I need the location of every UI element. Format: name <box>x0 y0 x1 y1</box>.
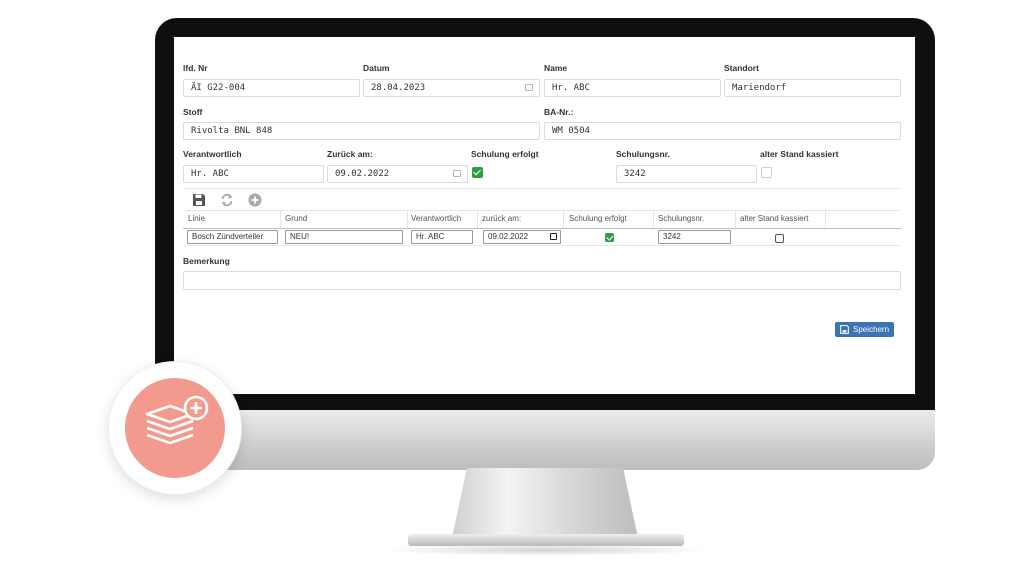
col-header-schulung-erfolgt: Schulung erfolgt <box>569 214 627 223</box>
calendar-icon[interactable] <box>453 170 461 177</box>
col-divider <box>407 211 408 228</box>
divider <box>183 188 901 189</box>
table-header-border <box>183 228 901 229</box>
calendar-icon[interactable] <box>550 233 557 240</box>
save-icon[interactable] <box>192 193 206 207</box>
col-divider <box>735 211 736 228</box>
zurueck-am-field[interactable]: 09.02.2022 <box>327 165 468 183</box>
col-divider <box>825 211 826 228</box>
schulung-erfolgt-label: Schulung erfolgt <box>471 149 539 159</box>
datum-label: Datum <box>363 63 390 73</box>
save-button[interactable]: Speichern <box>835 322 894 337</box>
verantwortlich-label: Verantwortlich <box>183 149 242 159</box>
zurueck-am-label: Zurück am: <box>327 149 373 159</box>
col-divider <box>280 211 281 228</box>
datum-field[interactable]: 28.04.2023 <box>363 79 540 97</box>
lfd-nr-field[interactable]: ÄI G22-004 <box>183 79 360 97</box>
col-header-grund: Grund <box>285 214 308 223</box>
col-header-alter-stand: alter Stand kassiert <box>740 214 809 223</box>
col-header-verantwortlich: Verantwortlich <box>411 214 462 223</box>
stoff-label: Stoff <box>183 107 203 117</box>
verantwortlich-field[interactable]: Hr. ABC <box>183 165 324 183</box>
col-divider <box>653 211 654 228</box>
table-bottom-border <box>183 245 901 246</box>
row-verantwortlich-input[interactable]: Hr. ABC <box>411 230 473 244</box>
col-header-linie: Linie <box>188 214 205 223</box>
stoff-field[interactable]: Rivolta BNL 848 <box>183 122 540 140</box>
save-button-label: Speichern <box>853 325 890 334</box>
row-schulung-erfolgt-checkbox[interactable] <box>605 233 614 242</box>
row-grund-input[interactable]: NEU! <box>285 230 403 244</box>
row-zurueck-am-value: 09.02.2022 <box>488 232 529 241</box>
monitor-stand-foot <box>408 534 684 546</box>
alter-stand-label: alter Stand kassiert <box>760 149 839 159</box>
name-label: Name <box>544 63 568 73</box>
bemerkung-label: Bemerkung <box>183 256 230 266</box>
col-divider <box>477 211 478 228</box>
row-linie-input[interactable]: Bosch Zündverteiler <box>187 230 278 244</box>
layers-plus-icon <box>145 395 209 445</box>
name-field[interactable]: Hr. ABC <box>544 79 721 97</box>
ba-nr-label: BA-Nr.: <box>544 107 574 117</box>
lfd-nr-label: lfd. Nr <box>183 63 208 73</box>
table-top-border <box>183 210 901 211</box>
zurueck-am-value: 09.02.2022 <box>335 169 390 179</box>
schulungsnr-label: Schulungsnr. <box>616 149 670 159</box>
row-alter-stand-checkbox[interactable] <box>775 234 784 243</box>
badge-circle <box>125 378 225 478</box>
row-schulungsnr-input[interactable]: 3242 <box>658 230 731 244</box>
standort-field[interactable]: Mariendorf <box>724 79 901 97</box>
ba-nr-field[interactable]: WM 0504 <box>544 122 901 140</box>
alter-stand-checkbox[interactable] <box>761 167 772 178</box>
calendar-icon[interactable] <box>525 84 533 91</box>
app-screen: lfd. Nr ÄI G22-004 Datum 28.04.2023 Name… <box>174 37 915 394</box>
col-divider <box>563 211 564 228</box>
schulung-erfolgt-checkbox[interactable] <box>472 167 483 178</box>
save-icon <box>840 325 849 334</box>
col-header-zurueck-am: zurück am: <box>482 214 522 223</box>
feature-badge <box>109 362 241 494</box>
add-circle-icon[interactable] <box>248 193 262 207</box>
bemerkung-field[interactable] <box>183 271 901 290</box>
standort-label: Standort <box>724 63 759 73</box>
refresh-icon[interactable] <box>220 193 234 207</box>
monitor-chin <box>155 410 935 470</box>
col-header-schulungsnr: Schulungsnr. <box>658 214 705 223</box>
schulungsnr-field[interactable]: 3242 <box>616 165 757 183</box>
datum-value: 28.04.2023 <box>371 83 426 93</box>
monitor-stand-neck <box>452 468 638 538</box>
row-zurueck-am-input[interactable]: 09.02.2022 <box>483 230 561 244</box>
